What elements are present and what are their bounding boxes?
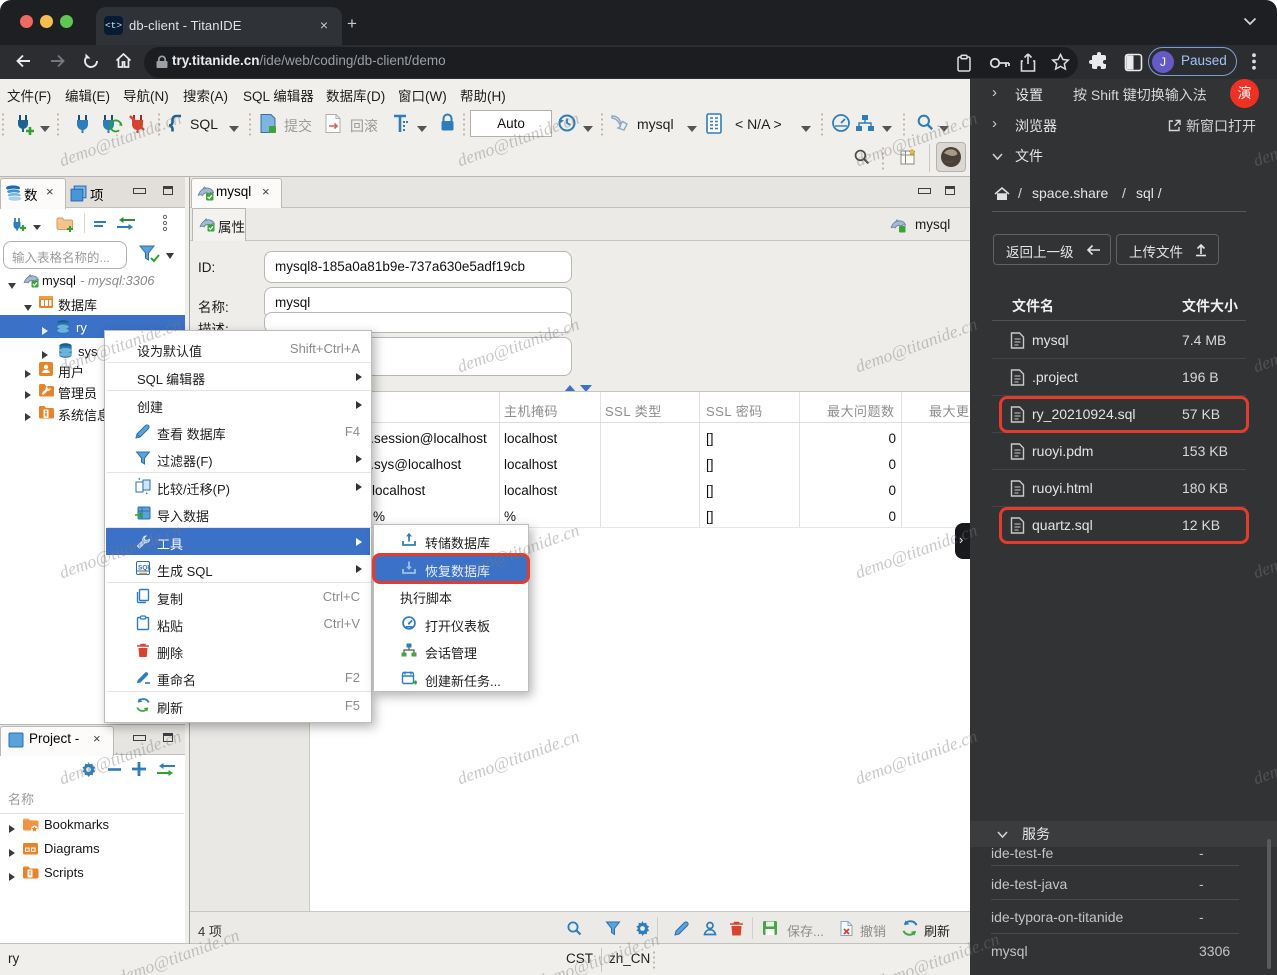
svg-text:SQL: SQL [138, 565, 151, 572]
